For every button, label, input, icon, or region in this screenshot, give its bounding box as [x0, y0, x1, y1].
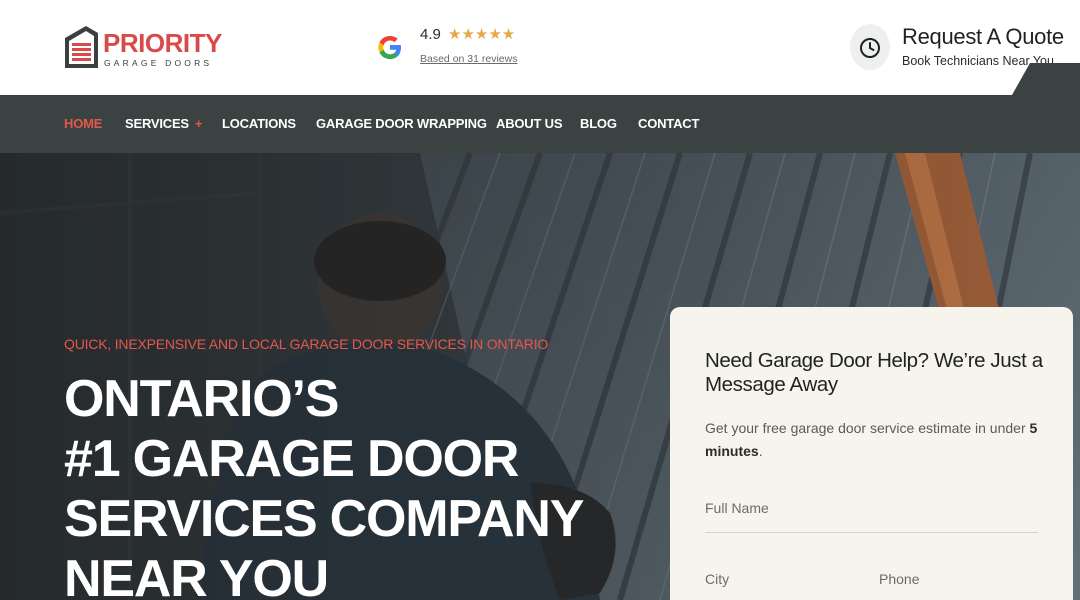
- hero-title: ONTARIO’S #1 GARAGE DOOR SERVICES COMPAN…: [64, 369, 664, 600]
- form-description-suffix: .: [758, 443, 763, 459]
- nav-item-blog[interactable]: BLOG: [580, 116, 617, 132]
- google-icon: [378, 36, 401, 59]
- hero-tagline: QUICK, INEXPENSIVE AND LOCAL GARAGE DOOR…: [64, 336, 549, 352]
- nav-item-services[interactable]: SERVICES +: [125, 116, 203, 132]
- top-header: PRIORITY GARAGE DOORS 4.9 ★★★★★ Based on…: [0, 0, 1080, 95]
- header-corner-decoration: [1012, 63, 1080, 95]
- nav-item-services-label: SERVICES: [125, 116, 189, 131]
- nav-item-garage-door-wrapping[interactable]: GARAGE DOOR WRAPPING: [316, 116, 487, 132]
- nav-item-locations[interactable]: LOCATIONS: [222, 116, 296, 132]
- clock-icon-wrapper: [850, 24, 890, 70]
- reviews-link[interactable]: Based on 31 reviews: [420, 52, 517, 66]
- city-field[interactable]: City: [705, 570, 729, 588]
- garage-logo-icon: [65, 26, 98, 68]
- main-nav: HOME SERVICES + LOCATIONS GARAGE DOOR WRA…: [0, 95, 1080, 153]
- google-rating: 4.9 ★★★★★ Based on 31 reviews: [376, 24, 576, 70]
- hero-title-line: NEAR YOU: [64, 550, 329, 600]
- contact-form-card: Need Garage Door Help? We’re Just a Mess…: [670, 307, 1073, 600]
- form-heading: Need Garage Door Help? We’re Just a Mess…: [705, 349, 1043, 396]
- form-description-text: Get your free garage door service estima…: [705, 420, 1030, 436]
- rating-stars: ★★★★★: [448, 26, 516, 43]
- nav-item-about-us[interactable]: ABOUT US: [496, 116, 562, 132]
- quote-title: Request A Quote: [902, 24, 1064, 49]
- hero-section: QUICK, INEXPENSIVE AND LOCAL GARAGE DOOR…: [0, 153, 1080, 600]
- hero-title-line: ONTARIO’S: [64, 370, 339, 428]
- logo-tagline: GARAGE DOORS: [104, 58, 213, 68]
- hero-title-line: SERVICES COMPANY: [64, 490, 584, 548]
- hero-title-line: #1 GARAGE DOOR: [64, 430, 519, 488]
- nav-item-home[interactable]: HOME: [64, 116, 102, 132]
- nav-item-contact[interactable]: CONTACT: [638, 116, 699, 132]
- form-description: Get your free garage door service estima…: [705, 417, 1045, 463]
- full-name-field[interactable]: Full Name: [705, 499, 769, 517]
- plus-icon[interactable]: +: [195, 116, 203, 131]
- logo-name: PRIORITY: [103, 28, 222, 58]
- site-logo[interactable]: PRIORITY GARAGE DOORS: [64, 24, 224, 70]
- full-name-underline: [705, 532, 1038, 533]
- rating-score: 4.9: [420, 26, 441, 43]
- clock-icon: [860, 38, 880, 58]
- phone-field[interactable]: Phone: [879, 570, 919, 588]
